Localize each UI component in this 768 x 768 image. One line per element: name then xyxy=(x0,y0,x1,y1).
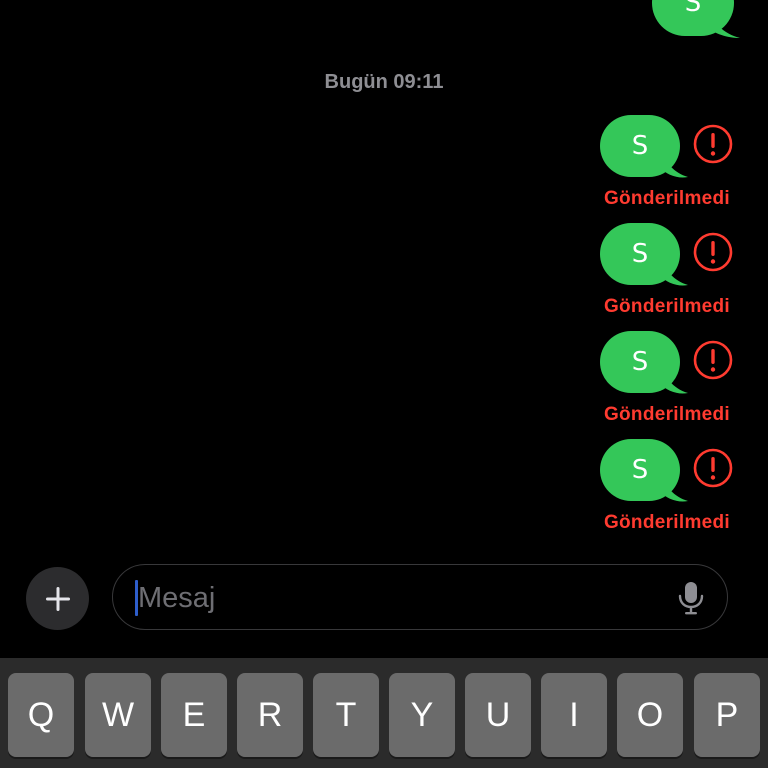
error-icon[interactable] xyxy=(693,232,733,272)
bubble-tail xyxy=(660,365,688,394)
message-row: S Gönderilmedi xyxy=(0,439,768,549)
timestamp: Bugün 09:11 xyxy=(324,71,444,93)
key-i[interactable]: I xyxy=(541,673,607,757)
key-u[interactable]: U xyxy=(465,673,531,757)
not-delivered-label[interactable]: Gönderilmedi xyxy=(604,296,730,318)
key-o[interactable]: O xyxy=(617,673,683,757)
plus-icon xyxy=(45,586,70,611)
not-delivered-label[interactable]: Gönderilmedi xyxy=(604,512,730,534)
add-attachment-button[interactable] xyxy=(26,567,89,630)
keyboard: Q W E R T Y U I O P xyxy=(0,658,768,768)
microphone-icon[interactable] xyxy=(677,581,705,615)
message-input-placeholder: Mesaj xyxy=(138,582,216,614)
bubble-tail xyxy=(706,8,740,38)
key-t[interactable]: T xyxy=(313,673,379,757)
key-p[interactable]: P xyxy=(694,673,760,757)
bubble-tail xyxy=(660,149,688,178)
message-row: S Gönderilmedi xyxy=(0,223,768,333)
not-delivered-label[interactable]: Gönderilmedi xyxy=(604,404,730,426)
message-text: S xyxy=(631,131,649,161)
key-r[interactable]: R xyxy=(237,673,303,757)
message-input[interactable]: Mesaj xyxy=(112,564,728,630)
bubble-tail xyxy=(660,257,688,286)
message-row: S Gönderilmedi xyxy=(0,115,768,225)
key-e[interactable]: E xyxy=(161,673,227,757)
message-text: S xyxy=(631,239,649,269)
error-icon[interactable] xyxy=(693,340,733,380)
not-delivered-label[interactable]: Gönderilmedi xyxy=(604,188,730,210)
message-row: S Gönderilmedi xyxy=(0,331,768,441)
error-icon[interactable] xyxy=(693,448,733,488)
message-text: S xyxy=(631,347,649,377)
bubble-tail xyxy=(660,473,688,502)
message-text: S xyxy=(631,455,649,485)
key-w[interactable]: W xyxy=(85,673,151,757)
key-q[interactable]: Q xyxy=(8,673,74,757)
error-icon[interactable] xyxy=(693,124,733,164)
key-y[interactable]: Y xyxy=(389,673,455,757)
message-text: S xyxy=(684,0,702,18)
